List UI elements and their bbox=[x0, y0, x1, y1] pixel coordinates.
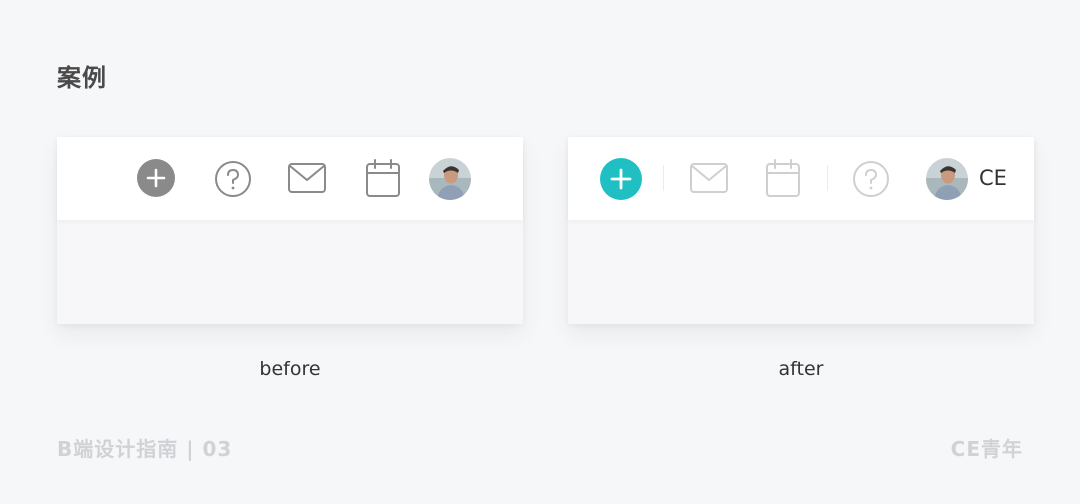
page-title: 案例 bbox=[57, 64, 107, 92]
avatar[interactable] bbox=[429, 158, 471, 200]
footer-series-label: B端设计指南 | 03 bbox=[57, 437, 233, 461]
after-caption: after bbox=[778, 358, 824, 380]
calendar-icon[interactable] bbox=[365, 158, 401, 198]
add-icon[interactable] bbox=[137, 159, 175, 197]
mail-icon[interactable] bbox=[287, 162, 327, 194]
add-icon[interactable] bbox=[600, 158, 642, 200]
calendar-icon[interactable] bbox=[765, 158, 801, 198]
user-name-label[interactable]: CE bbox=[979, 166, 1007, 190]
footer-brand-label: CE青年 bbox=[950, 437, 1023, 461]
mail-icon[interactable] bbox=[689, 162, 729, 194]
toolbar-divider bbox=[827, 165, 828, 191]
before-caption: before bbox=[259, 358, 321, 380]
avatar[interactable] bbox=[926, 158, 968, 200]
toolbar-divider bbox=[663, 165, 664, 191]
help-icon[interactable] bbox=[213, 159, 253, 199]
help-icon[interactable] bbox=[851, 159, 891, 199]
